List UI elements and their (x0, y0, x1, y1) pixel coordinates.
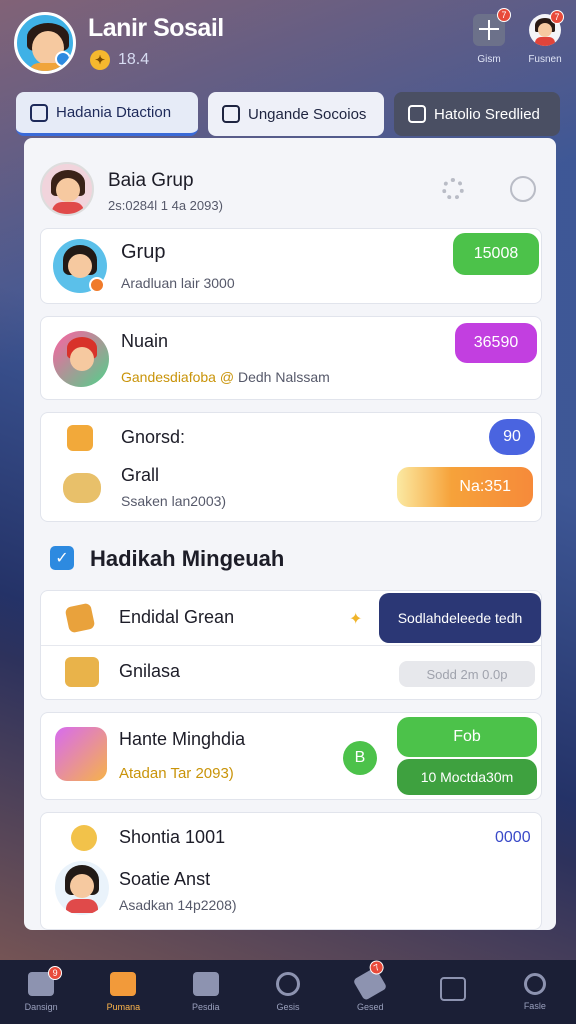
medal-icon (71, 825, 97, 851)
tab-ungande-socoios[interactable]: Ungande Socoios (208, 92, 384, 136)
coin-balance: ✦ 18.4 (90, 50, 149, 70)
card-title-2: Grall (121, 465, 160, 485)
tool-icon: 7 (353, 957, 388, 1001)
gift-icon (65, 657, 99, 687)
nav-label: Pesdia (191, 1002, 220, 1012)
app-title: Lanir Sosail (88, 14, 224, 42)
profile-avatar[interactable] (14, 12, 76, 74)
timer-button[interactable]: 10 Moctda30m (397, 759, 537, 795)
tab-hatolio-sredlied[interactable]: Hatolio Sredlied (394, 92, 560, 136)
card-subtitle: Ssaken lan2003) (121, 493, 227, 509)
nav-badge: 9 (48, 966, 63, 980)
reward-icon (55, 727, 107, 781)
claim-button[interactable]: Fob (397, 717, 537, 757)
notification-badge: 7 (550, 10, 564, 24)
nav-item-gesed[interactable]: 7 Gesed (340, 957, 400, 1012)
divider (41, 645, 541, 646)
nav-label: Gesed (357, 1002, 384, 1012)
tab-hadania-dtaction[interactable]: Hadania Dtaction (16, 92, 198, 136)
value-text: 0000 (495, 829, 531, 846)
checkbox-icon[interactable]: ✓ (50, 546, 74, 570)
nav-label: Dansign (24, 1002, 58, 1012)
member-avatar (55, 861, 109, 915)
card-title-2: Soatie Anst (119, 869, 211, 889)
ticket-icon (67, 425, 93, 451)
bookmark-icon (408, 105, 426, 123)
gism-button[interactable]: 7 Gism (464, 8, 514, 74)
nav-item-gesis[interactable]: Gesis (258, 972, 318, 1012)
nav-item-pesdia[interactable]: Pesdia (176, 972, 236, 1012)
group-title: Baia Grup (108, 170, 194, 191)
gism-label: Gism (477, 54, 501, 65)
box-icon (192, 972, 219, 996)
card-subtitle: Gandesdiafoba @ Dedh Nalssam (121, 369, 330, 385)
search-icon (523, 973, 546, 995)
home-icon (30, 103, 48, 122)
card-icon: 7 (473, 8, 511, 46)
row-title: Gnilasa (119, 661, 181, 681)
weekly-action-button[interactable]: Sodlahdeleede tedh (379, 593, 541, 643)
group-subtitle: 2s:0284l 1 4a 2093) (108, 198, 223, 213)
nav-item-dansign[interactable]: 9 Dansign (11, 966, 71, 1012)
sparkle-icon: ✦ (349, 611, 363, 628)
house-icon (110, 972, 137, 996)
tab-bar: Hadania Dtaction Ungande Socoios Hatolio… (16, 92, 560, 138)
scroll-icon (64, 602, 96, 634)
row-title: Endidal Grean (119, 607, 235, 627)
fusnen-label: Fusnen (528, 54, 562, 65)
bottom-nav: 9 Dansign Pumana Pesdia Gesis 7 Gesed Fa… (0, 957, 576, 1024)
refresh-icon (275, 972, 300, 996)
value-pill[interactable]: 15008 (453, 233, 539, 275)
card-title: Shontia 1001 (119, 827, 226, 847)
fusnen-button[interactable]: 7 Fusnen (520, 10, 570, 74)
main-panel: Baia Grup 2s:0284l 1 4a 2093) Grup Aradl… (24, 138, 556, 930)
group-avatar[interactable] (40, 162, 94, 216)
value-pill[interactable]: 36590 (455, 323, 537, 363)
tab-label: Ungande Socoios (248, 105, 367, 123)
reward-card[interactable]: Hante Minghdia Atadan Tar 2093) B Fob 10… (40, 712, 542, 800)
card-title: Gnorsd: (121, 427, 186, 447)
coin-value: 18.4 (118, 51, 150, 68)
card-subtitle: Aradluan lair 3000 (121, 275, 235, 291)
subtitle-rest: Dedh Nalssam (237, 369, 330, 385)
member-avatar (53, 331, 109, 387)
nav-item-fasle[interactable]: Fasle (505, 973, 565, 1011)
chart-icon (439, 977, 466, 1001)
reward-title: Hante Minghdia (119, 729, 246, 749)
document-icon (222, 105, 240, 123)
coin-icon: ✦ (90, 50, 110, 70)
section-title: Hadikah Mingeuah (90, 546, 285, 571)
count-badge: 90 (489, 419, 535, 455)
value-pill[interactable]: Na:351 (397, 467, 533, 507)
nav-item-pumana[interactable]: Pumana (93, 972, 153, 1012)
last-card[interactable]: Shontia 1001 0000 Soatie Anst Asadkan 14… (40, 812, 542, 930)
card-title: Nuain (121, 331, 169, 351)
nav-label: Pumana (106, 1002, 141, 1012)
card-subtitle: Asadkan 14p2208) (119, 897, 237, 913)
status-icon (89, 277, 105, 293)
home-icon: 9 (28, 966, 63, 996)
tab-label: Hadania Dtaction (56, 104, 172, 121)
reward-badge: B (343, 741, 377, 775)
list-item-nuain[interactable]: Nuain Gandesdiafoba @ Dedh Nalssam 36590 (40, 316, 542, 400)
status-pill: Sodd 2m 0.0p (399, 661, 535, 687)
nav-item-chart[interactable] (423, 977, 483, 1007)
tab-label: Hatolio Sredlied (434, 105, 540, 123)
list-item-grup[interactable]: Grup Aradluan lair 3000 15008 (40, 228, 542, 304)
coins-icon (63, 473, 101, 503)
share-icon[interactable] (510, 176, 536, 202)
weekly-card: Endidal Grean ✦ Sodlahdeleede tedh Gnila… (40, 590, 542, 700)
nav-badge: 7 (367, 957, 387, 978)
list-item-grall[interactable]: Gnorsd: Grall Ssaken lan2003) 90 Na:351 (40, 412, 542, 522)
subtitle-highlight: Gandesdiafoba @ (121, 369, 235, 385)
notification-badge: 7 (497, 8, 511, 22)
nav-label: Gesis (276, 1002, 300, 1012)
nav-label: Fasle (523, 1001, 546, 1011)
reward-subtitle: Atadan Tar 2093) (119, 765, 234, 782)
card-title: Grup (121, 241, 166, 263)
gear-icon[interactable] (442, 178, 464, 200)
app-header: Lanir Sosail ✦ 18.4 7 Gism 7 Fusnen (0, 0, 576, 90)
